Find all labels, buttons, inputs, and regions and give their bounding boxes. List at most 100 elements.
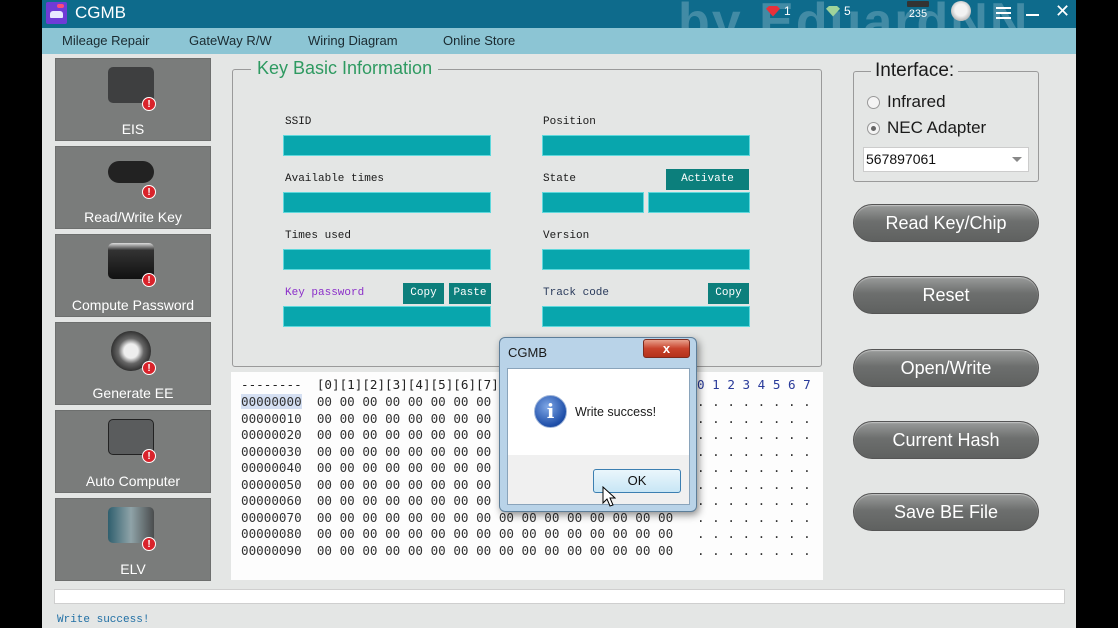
- state-field-1[interactable]: [542, 192, 644, 213]
- warning-icon: !: [142, 273, 156, 287]
- window-title: CGMB: [75, 3, 126, 22]
- version-field[interactable]: [542, 249, 750, 270]
- car-key-icon: [108, 161, 154, 183]
- sidebar-label: ELV: [120, 561, 146, 577]
- info-icon: i: [534, 395, 567, 428]
- times-used-field[interactable]: [283, 249, 491, 270]
- ssid-field[interactable]: [283, 135, 491, 156]
- warning-icon: !: [142, 537, 156, 551]
- hamburger-menu-icon[interactable]: [996, 7, 1011, 19]
- title-bar: CGMB by EduardNN 1 5 235 ✕: [42, 0, 1076, 51]
- menu-bar: Mileage Repair GateWay R/W Wiring Diagra…: [42, 28, 1076, 54]
- hex-offset[interactable]: 00000080: [241, 526, 302, 541]
- hex-offset[interactable]: 00000030: [241, 444, 302, 459]
- ssid-label: SSID: [285, 116, 312, 128]
- state-field-2[interactable]: [648, 192, 750, 213]
- hex-offset[interactable]: 00000070: [241, 510, 302, 525]
- save-be-file-button[interactable]: Save BE File: [853, 493, 1039, 531]
- device-select-value: 567897061: [866, 151, 937, 167]
- progress-bar: [54, 589, 1065, 604]
- ascii-header: 0 1 2 3 4 5 6 7: [697, 377, 811, 392]
- copy-password-button[interactable]: Copy: [403, 283, 444, 304]
- warning-icon: !: [142, 185, 156, 199]
- green-gem-icon: [826, 5, 840, 17]
- radio-checked-icon: [867, 121, 880, 135]
- letterbox-right: [1076, 0, 1118, 628]
- interface-group: Interface: Infrared NEC Adapter 56789706…: [853, 60, 1039, 182]
- sidebar-label: Auto Computer: [85, 473, 181, 489]
- radio-label: NEC Adapter: [887, 118, 987, 137]
- open-write-button[interactable]: Open/Write: [853, 349, 1039, 387]
- copy-track-code-button[interactable]: Copy: [708, 283, 749, 304]
- close-window-icon[interactable]: ✕: [1055, 1, 1070, 22]
- hex-ascii: . . . . . . . .: [697, 493, 811, 508]
- status-text: Write success!: [57, 614, 150, 626]
- hex-ascii: . . . . . . . .: [697, 443, 811, 459]
- radio-nec-adapter[interactable]: NEC Adapter: [867, 118, 986, 138]
- paste-password-button[interactable]: Paste: [449, 283, 491, 304]
- available-times-field[interactable]: [283, 192, 491, 213]
- current-hash-button[interactable]: Current Hash: [853, 421, 1039, 459]
- menu-mileage-repair[interactable]: Mileage Repair: [62, 33, 149, 48]
- track-code-label: Track code: [543, 287, 610, 299]
- radio-infrared[interactable]: Infrared: [867, 92, 946, 112]
- hex-ascii: . . . . . . . .: [697, 526, 811, 541]
- warning-icon: !: [142, 449, 156, 463]
- mouse-cursor-icon: [602, 486, 616, 507]
- sidebar-item-elv[interactable]: ! ELV: [55, 498, 211, 581]
- hex-offset[interactable]: 00000090: [241, 543, 302, 558]
- hex-ascii: . . . . . . . .: [697, 509, 811, 525]
- sidebar-label: Generate EE: [92, 385, 174, 401]
- version-label: Version: [543, 230, 590, 242]
- sidebar-item-auto-computer[interactable]: ! Auto Computer: [55, 410, 211, 493]
- hex-bytes[interactable]: 00 00 00 00 00 00 00 00 00 00 00 00 00 0…: [317, 526, 673, 541]
- red-gem-count: 1: [784, 4, 791, 18]
- menu-wiring-diagram[interactable]: Wiring Diagram: [308, 33, 398, 48]
- warning-icon: !: [142, 361, 156, 375]
- user-avatar[interactable]: [951, 1, 971, 21]
- hex-offset[interactable]: 00000020: [241, 427, 302, 442]
- chevron-down-icon: [1012, 157, 1022, 162]
- track-code-field[interactable]: [542, 306, 750, 327]
- sidebar-item-eis[interactable]: ! EIS: [55, 58, 211, 141]
- sidebar-label: Read/Write Key: [84, 209, 182, 225]
- hex-offset[interactable]: 00000060: [241, 493, 302, 508]
- read-key-chip-button[interactable]: Read Key/Chip: [853, 204, 1039, 242]
- hex-ascii: . . . . . . . .: [697, 460, 811, 475]
- hex-bytes[interactable]: 00 00 00 00 00 00 00 00 00 00 00 00 00 0…: [317, 543, 673, 558]
- hex-header: -------- [0][1][2][3][4][5][6][7]: [241, 377, 499, 392]
- activate-button[interactable]: Activate: [666, 169, 749, 190]
- hex-offset[interactable]: 00000040: [241, 460, 302, 475]
- counter-bar-icon: [907, 1, 929, 7]
- hex-row: 00000080 00 00 00 00 00 00 00 00 00 00 0…: [241, 526, 673, 543]
- menu-gateway-rw[interactable]: GateWay R/W: [189, 33, 272, 48]
- red-gem-counter: 1: [766, 4, 791, 18]
- hex-ascii: . . . . . . . .: [697, 394, 811, 409]
- hex-offset[interactable]: 00000000: [241, 394, 302, 409]
- hex-offset[interactable]: 00000010: [241, 411, 302, 426]
- dialog-close-button[interactable]: x: [643, 339, 690, 358]
- menu-online-store[interactable]: Online Store: [443, 33, 515, 48]
- sidebar-item-generate-ee[interactable]: ! Generate EE: [55, 322, 211, 405]
- reset-button[interactable]: Reset: [853, 276, 1039, 314]
- device-select[interactable]: 567897061: [863, 147, 1029, 172]
- available-times-label: Available times: [285, 173, 385, 185]
- hex-ascii: . . . . . . . .: [697, 410, 811, 426]
- position-field[interactable]: [542, 135, 750, 156]
- green-gem-counter: 5: [826, 4, 851, 18]
- hex-offset[interactable]: 00000050: [241, 477, 302, 492]
- key-info-title: Key Basic Information: [251, 58, 439, 79]
- app-window: CGMB by EduardNN 1 5 235 ✕ Mileage Repai…: [42, 0, 1076, 628]
- dialog-body: i Write success! OK: [507, 368, 690, 505]
- radio-unchecked-icon: [867, 95, 880, 109]
- sidebar-item-read-write-key[interactable]: ! Read/Write Key: [55, 146, 211, 229]
- hex-row: 00000090 00 00 00 00 00 00 00 00 00 00 0…: [241, 543, 673, 560]
- dialog-message: Write success!: [575, 405, 657, 419]
- sidebar-item-compute-password[interactable]: ! Compute Password: [55, 234, 211, 317]
- hex-ascii: . . . . . . . .: [697, 542, 811, 558]
- green-gem-count: 5: [844, 4, 851, 18]
- key-password-label: Key password: [285, 287, 365, 299]
- minimize-icon[interactable]: [1026, 14, 1039, 16]
- key-password-field[interactable]: [283, 306, 491, 327]
- interface-title: Interface:: [871, 60, 959, 82]
